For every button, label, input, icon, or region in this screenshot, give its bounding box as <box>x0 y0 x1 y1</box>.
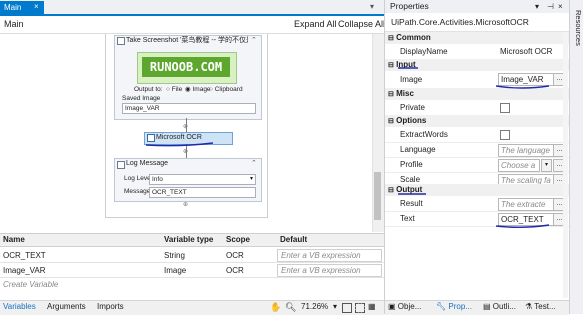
annotation-overlay <box>145 67 550 228</box>
annotation-underline-text <box>495 224 550 228</box>
annotation-underline-image <box>495 85 550 89</box>
annotation-underline-ocr <box>145 142 214 147</box>
